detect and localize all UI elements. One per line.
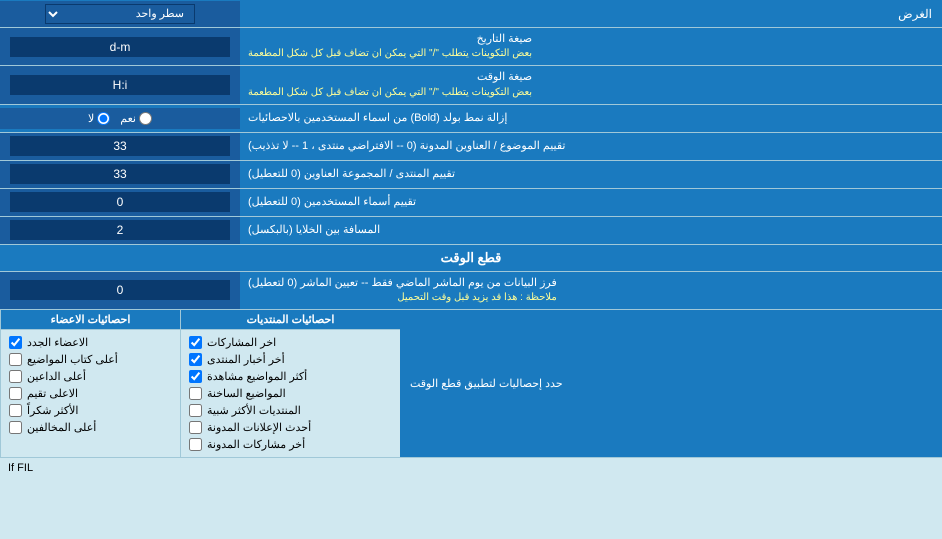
forum-sort-input[interactable] <box>10 164 230 184</box>
user-sort-label: تقييم أسماء المستخدمين (0 للتعطيل) <box>240 189 942 216</box>
stat-checkbox[interactable] <box>189 404 202 417</box>
bold-remove-no-radio[interactable] <box>97 112 110 125</box>
members-stats-header: احصائيات الاعضاء <box>1 310 180 330</box>
stats-container: حدد إحصاليات لتطبيق قطع الوقت احصائيات ا… <box>0 310 942 458</box>
stats-limit-label: حدد إحصاليات لتطبيق قطع الوقت <box>400 310 942 457</box>
members-stats-items: الاعضاء الجدد أعلى كتاب المواضيع أعلى ال… <box>1 330 180 440</box>
user-sort-input-area <box>0 189 240 216</box>
time-cut-row: فرز البيانات من يوم الماشر الماضي فقط --… <box>0 272 942 310</box>
cell-spacing-label: المسافة بين الخلايا (بالبكسل) <box>240 217 942 244</box>
cell-spacing-row: المسافة بين الخلايا (بالبكسل) <box>0 217 942 245</box>
time-format-row: صيغة الوقت بعض التكوينات يتطلب "/" التي … <box>0 66 942 104</box>
time-format-label: صيغة الوقت بعض التكوينات يتطلب "/" التي … <box>240 66 942 103</box>
purpose-select[interactable]: سطر واحد فقرة <box>45 4 195 24</box>
main-container: الغرض سطر واحد فقرة صيغة التاريخ بعض الت… <box>0 0 942 478</box>
stat-checkbox[interactable] <box>189 438 202 451</box>
stat-item: أخر أخبار المنتدى <box>189 351 392 368</box>
time-format-input[interactable] <box>10 75 230 95</box>
forum-sort-input-area <box>0 161 240 188</box>
date-format-row: صيغة التاريخ بعض التكوينات يتطلب "/" الت… <box>0 28 942 66</box>
topic-sort-input[interactable] <box>10 136 230 156</box>
stat-item: المواضيع الساخنة <box>189 385 392 402</box>
cell-spacing-input-area <box>0 217 240 244</box>
bold-remove-options: نعم لا <box>0 108 240 129</box>
stat-checkbox[interactable] <box>9 353 22 366</box>
time-cut-header: قطع الوقت <box>0 245 942 272</box>
stat-checkbox[interactable] <box>189 387 202 400</box>
purpose-row: الغرض سطر واحد فقرة <box>0 0 942 28</box>
purpose-dropdown-area: سطر واحد فقرة <box>0 1 240 27</box>
stat-item: أخر مشاركات المدونة <box>189 436 392 453</box>
date-format-input[interactable] <box>10 37 230 57</box>
time-cut-input[interactable] <box>10 280 230 300</box>
time-cut-label: فرز البيانات من يوم الماشر الماضي فقط --… <box>240 272 942 309</box>
bold-remove-row: إزالة نمط بولد (Bold) من اسماء المستخدمي… <box>0 105 942 133</box>
stat-checkbox[interactable] <box>9 421 22 434</box>
posts-stats-items: اخر المشاركات أخر أخبار المنتدى أكثر الم… <box>181 330 400 457</box>
bold-remove-yes-option[interactable]: نعم <box>120 112 152 125</box>
stat-item: المنتديات الأكثر شبية <box>189 402 392 419</box>
topic-sort-row: تقييم الموضوع / العناوين المدونة (0 -- ا… <box>0 133 942 161</box>
stat-checkbox[interactable] <box>189 336 202 349</box>
stat-item: الاعلى تقيم <box>9 385 172 402</box>
posts-stats-header: احصائيات المنتديات <box>181 310 400 330</box>
bold-remove-yes-radio[interactable] <box>139 112 152 125</box>
stat-item: أعلى الداعين <box>9 368 172 385</box>
cell-spacing-input[interactable] <box>10 220 230 240</box>
topic-sort-label: تقييم الموضوع / العناوين المدونة (0 -- ا… <box>240 133 942 160</box>
stat-checkbox[interactable] <box>9 336 22 349</box>
members-stats-col: احصائيات الاعضاء الاعضاء الجدد أعلى كتاب… <box>0 310 180 457</box>
stat-item: الأكثر شكراً <box>9 402 172 419</box>
stat-checkbox[interactable] <box>9 387 22 400</box>
date-format-input-area <box>0 28 240 65</box>
forum-sort-row: تقييم المنتدى / المجموعة العناوين (0 للت… <box>0 161 942 189</box>
stat-item: أعلى كتاب المواضيع <box>9 351 172 368</box>
purpose-label: الغرض <box>240 3 942 25</box>
stat-checkbox[interactable] <box>9 370 22 383</box>
if-fil-note: If FIL <box>0 458 942 478</box>
stat-item: أكثر المواضيع مشاهدة <box>189 368 392 385</box>
stat-checkbox[interactable] <box>189 421 202 434</box>
posts-stats-col: احصائيات المنتديات اخر المشاركات أخر أخب… <box>180 310 400 457</box>
date-format-label: صيغة التاريخ بعض التكوينات يتطلب "/" الت… <box>240 28 942 65</box>
user-sort-input[interactable] <box>10 192 230 212</box>
forum-sort-label: تقييم المنتدى / المجموعة العناوين (0 للت… <box>240 161 942 188</box>
stat-item: الاعضاء الجدد <box>9 334 172 351</box>
time-cut-input-area <box>0 272 240 309</box>
bold-remove-label: إزالة نمط بولد (Bold) من اسماء المستخدمي… <box>240 107 942 130</box>
stat-item: اخر المشاركات <box>189 334 392 351</box>
user-sort-row: تقييم أسماء المستخدمين (0 للتعطيل) <box>0 189 942 217</box>
stat-item: أحدث الإعلانات المدونة <box>189 419 392 436</box>
stat-checkbox[interactable] <box>9 404 22 417</box>
topic-sort-input-area <box>0 133 240 160</box>
time-format-input-area <box>0 66 240 103</box>
bold-remove-no-option[interactable]: لا <box>88 112 110 125</box>
stat-item: أعلى المخالفين <box>9 419 172 436</box>
stat-checkbox[interactable] <box>189 370 202 383</box>
stat-checkbox[interactable] <box>189 353 202 366</box>
